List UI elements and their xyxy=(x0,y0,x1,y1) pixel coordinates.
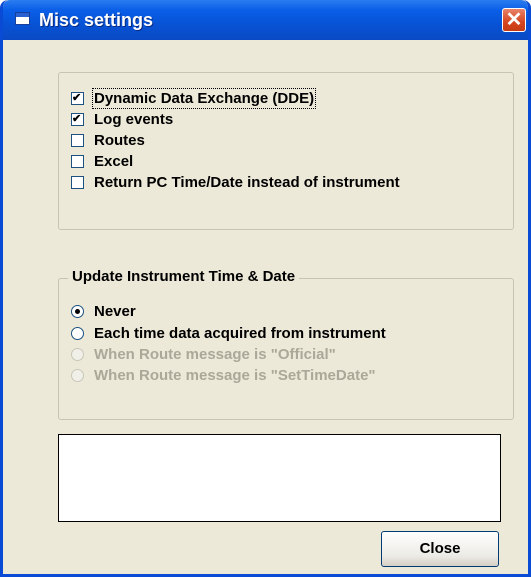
misc-settings-dialog: Misc settings ✕ Dynamic Data Exchange (D… xyxy=(0,0,531,577)
message-textbox[interactable] xyxy=(58,434,501,522)
close-button[interactable]: Close xyxy=(381,531,499,567)
log-events-checkbox-row[interactable]: Log events xyxy=(71,108,173,130)
window-icon xyxy=(15,12,30,25)
each-time-label: Each time data acquired from instrument xyxy=(94,324,386,342)
update-time-group: Update Instrument Time & Date Never Each… xyxy=(58,268,514,420)
excel-checkbox[interactable] xyxy=(71,154,84,168)
never-radio[interactable] xyxy=(71,304,84,318)
official-radio xyxy=(71,347,84,361)
settimedate-radio xyxy=(71,368,84,382)
official-label: When Route message is "Official" xyxy=(94,345,336,363)
each-time-radio-row[interactable]: Each time data acquired from instrument xyxy=(71,322,386,344)
routes-checkbox-row[interactable]: Routes xyxy=(71,129,145,151)
return-pc-time-label: Return PC Time/Date instead of instrumen… xyxy=(94,173,400,191)
update-time-group-title: Update Instrument Time & Date xyxy=(68,268,300,285)
excel-checkbox-row[interactable]: Excel xyxy=(71,150,133,172)
official-radio-row: When Route message is "Official" xyxy=(71,343,336,365)
routes-label: Routes xyxy=(94,131,145,149)
routes-checkbox[interactable] xyxy=(71,133,84,147)
settimedate-label: When Route message is "SetTimeDate" xyxy=(94,366,376,384)
excel-label: Excel xyxy=(94,152,134,170)
options-group: Dynamic Data Exchange (DDE) Log events R… xyxy=(58,72,514,230)
never-label: Never xyxy=(94,302,136,320)
each-time-radio[interactable] xyxy=(71,326,84,340)
dde-label: Dynamic Data Exchange (DDE) xyxy=(91,87,317,109)
log-events-label: Log events xyxy=(94,110,174,128)
never-radio-row[interactable]: Never xyxy=(71,300,136,322)
return-pc-time-checkbox[interactable] xyxy=(71,175,84,189)
close-window-button[interactable]: ✕ xyxy=(502,8,526,32)
dde-checkbox-row[interactable]: Dynamic Data Exchange (DDE) xyxy=(71,87,317,109)
dde-checkbox[interactable] xyxy=(71,91,84,105)
return-pc-time-checkbox-row[interactable]: Return PC Time/Date instead of instrumen… xyxy=(71,171,400,193)
settimedate-radio-row: When Route message is "SetTimeDate" xyxy=(71,364,376,386)
log-events-checkbox[interactable] xyxy=(71,112,84,126)
title-bar[interactable]: Misc settings ✕ xyxy=(3,0,528,40)
window-title: Misc settings xyxy=(39,10,154,30)
